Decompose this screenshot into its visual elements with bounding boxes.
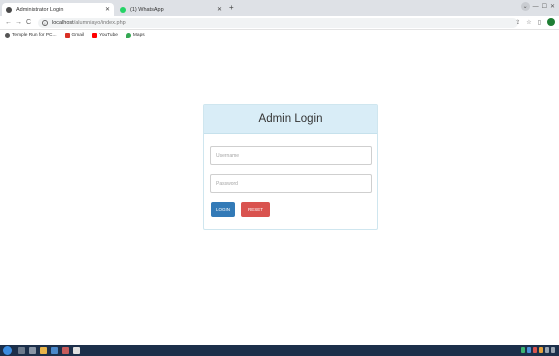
reload-icon[interactable]: C bbox=[26, 18, 31, 28]
start-menu-icon[interactable] bbox=[3, 346, 12, 355]
browser-toolbar: ← → C i localhost /alumniayo/index.php ⇪… bbox=[0, 16, 559, 30]
system-tray bbox=[521, 347, 555, 353]
minimize-icon[interactable]: — bbox=[533, 4, 539, 10]
bookmark-label: YouTube bbox=[99, 32, 118, 38]
close-tab-icon[interactable]: ✕ bbox=[217, 6, 222, 13]
back-icon[interactable]: ← bbox=[5, 18, 12, 28]
chrome-icon[interactable] bbox=[73, 347, 80, 354]
gmail-icon bbox=[64, 32, 70, 38]
close-window-icon[interactable]: ✕ bbox=[550, 3, 555, 10]
tray-app-icon[interactable] bbox=[539, 347, 543, 353]
tray-app-icon[interactable] bbox=[521, 347, 525, 353]
bookmark-temple-run[interactable]: Temple Run for PC... bbox=[5, 32, 57, 38]
address-bar[interactable]: i localhost /alumniayo/index.php bbox=[38, 18, 518, 28]
tab-label: (1) WhatsApp bbox=[130, 6, 164, 13]
sidebar-icon[interactable]: ▯ bbox=[538, 19, 541, 26]
mail-icon[interactable] bbox=[62, 347, 69, 354]
file-explorer-icon[interactable] bbox=[40, 347, 47, 354]
admin-login-card: Admin Login LOGIN RESET bbox=[203, 104, 378, 230]
forward-icon[interactable]: → bbox=[15, 18, 22, 28]
address-path: /alumniayo/index.php bbox=[73, 20, 126, 26]
bookmarks-bar: Temple Run for PC... Gmail YouTube Maps bbox=[0, 30, 559, 40]
site-info-icon[interactable]: i bbox=[42, 20, 48, 26]
task-view-icon[interactable] bbox=[29, 347, 36, 354]
os-taskbar bbox=[0, 345, 559, 356]
address-host: localhost bbox=[52, 20, 74, 26]
tray-app-icon[interactable] bbox=[527, 347, 531, 353]
maximize-icon[interactable]: ☐ bbox=[542, 3, 547, 10]
network-icon[interactable] bbox=[545, 347, 549, 353]
username-input[interactable] bbox=[210, 146, 372, 165]
toolbar-actions: ⇪ ☆ ▯ bbox=[515, 18, 555, 26]
reset-button[interactable]: RESET bbox=[241, 202, 270, 217]
bookmark-maps[interactable]: Maps bbox=[125, 32, 145, 38]
bookmark-label: Gmail bbox=[71, 32, 85, 38]
new-tab-button[interactable]: + bbox=[229, 3, 234, 13]
taskbar-apps bbox=[18, 347, 80, 354]
login-card-header: Admin Login bbox=[204, 105, 377, 134]
profile-avatar[interactable] bbox=[547, 18, 555, 26]
tab-search-icon[interactable]: ⌄ bbox=[520, 2, 530, 11]
tab-whatsapp[interactable]: (1) WhatsApp ✕ bbox=[116, 3, 226, 16]
tab-label: Administrator Login bbox=[16, 6, 64, 13]
login-title: Admin Login bbox=[258, 113, 323, 125]
tab-favicon-icon bbox=[6, 6, 12, 13]
tray-app-icon[interactable] bbox=[533, 347, 537, 353]
youtube-icon bbox=[92, 32, 98, 38]
bookmark-youtube[interactable]: YouTube bbox=[92, 32, 118, 38]
bookmark-star-icon[interactable]: ☆ bbox=[526, 19, 531, 26]
share-icon[interactable]: ⇪ bbox=[515, 19, 520, 26]
whatsapp-favicon-icon bbox=[120, 6, 126, 13]
search-icon[interactable] bbox=[18, 347, 25, 354]
password-input[interactable] bbox=[210, 174, 372, 193]
window-controls: ⌄ — ☐ ✕ bbox=[520, 2, 555, 11]
store-icon[interactable] bbox=[51, 347, 58, 354]
globe-icon bbox=[5, 32, 10, 38]
bookmark-label: Maps bbox=[132, 32, 145, 38]
tab-administrator-login[interactable]: Administrator Login ✕ bbox=[2, 3, 114, 16]
volume-icon[interactable] bbox=[551, 347, 555, 353]
login-button[interactable]: LOGIN bbox=[211, 202, 235, 217]
bookmark-label: Temple Run for PC... bbox=[12, 32, 57, 38]
browser-tabstrip: Administrator Login ✕ (1) WhatsApp ✕ + ⌄… bbox=[0, 0, 559, 16]
close-tab-icon[interactable]: ✕ bbox=[105, 6, 110, 13]
bookmark-gmail[interactable]: Gmail bbox=[64, 32, 85, 38]
maps-pin-icon bbox=[125, 32, 131, 38]
